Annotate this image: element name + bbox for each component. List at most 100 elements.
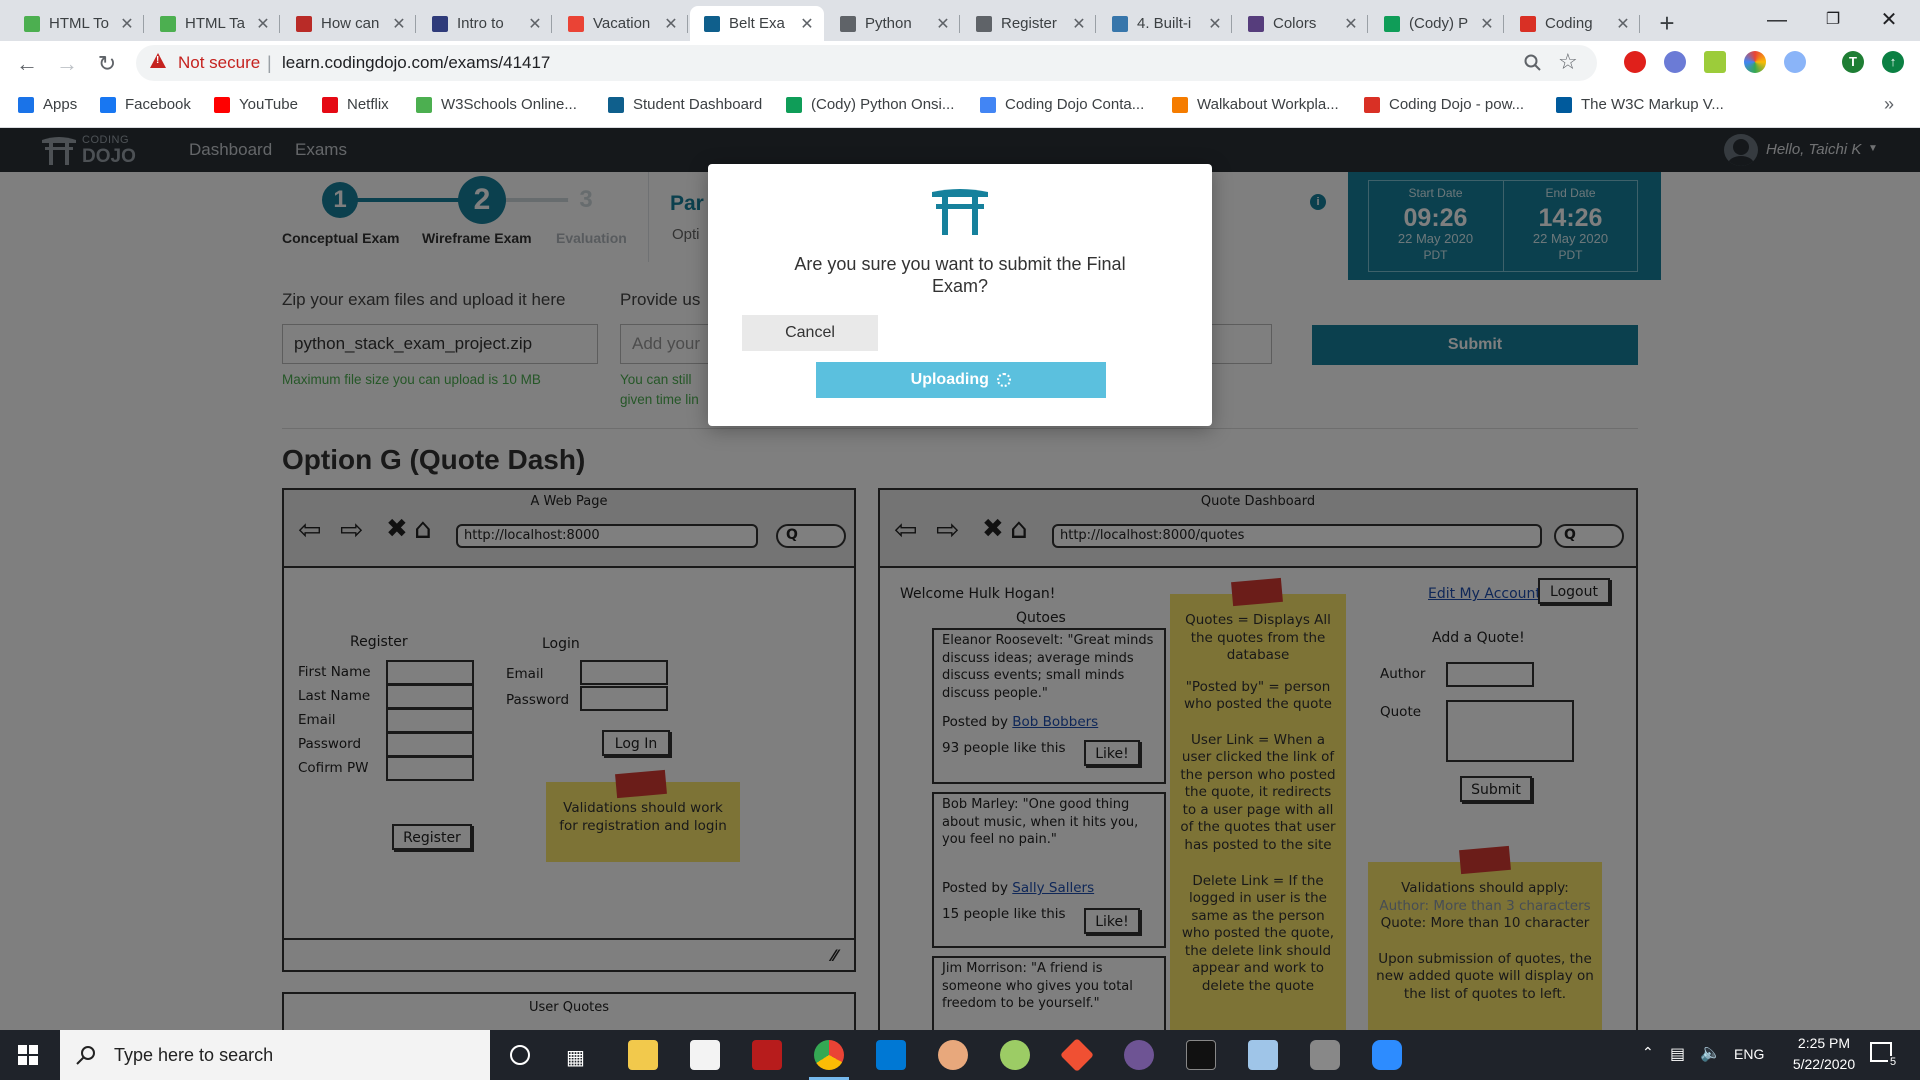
- close-tab-icon[interactable]: ✕: [1478, 14, 1496, 34]
- facebook-icon: [100, 96, 116, 113]
- tab-strip: HTML To ✕ HTML Ta ✕ How can ✕ Intro to ✕ Vacatio…: [0, 0, 1920, 41]
- restore-button[interactable]: ❐: [1810, 6, 1856, 34]
- git-icon[interactable]: [1060, 1038, 1094, 1072]
- close-tab-icon[interactable]: ✕: [254, 14, 272, 34]
- bookmark-item[interactable]: Facebook: [100, 96, 191, 113]
- bookmark-item[interactable]: The W3C Markup V...: [1556, 96, 1724, 113]
- tab-2[interactable]: HTML Ta ✕: [146, 6, 280, 41]
- cancel-button[interactable]: Cancel: [742, 315, 878, 351]
- app-icon[interactable]: [752, 1040, 782, 1070]
- codingdojo-icon: [704, 15, 720, 32]
- tab-7[interactable]: Python ✕: [826, 6, 960, 41]
- close-tab-icon[interactable]: ✕: [526, 14, 544, 34]
- more-bookmarks-icon[interactable]: »: [1884, 94, 1894, 115]
- close-tab-icon[interactable]: ✕: [1070, 14, 1088, 34]
- extension-icon[interactable]: [1664, 51, 1686, 73]
- bookmark-item[interactable]: (Cody) Python Onsi...: [786, 96, 954, 113]
- bookmark-item[interactable]: W3Schools Online...: [416, 96, 577, 113]
- microsoft-store-icon[interactable]: [690, 1040, 720, 1070]
- close-tab-icon[interactable]: ✕: [118, 14, 136, 34]
- tab-5[interactable]: Vacation ✕: [554, 6, 688, 41]
- forward-button[interactable]: →: [52, 49, 82, 79]
- bookmark-item[interactable]: Coding Dojo Conta...: [980, 96, 1144, 113]
- spinner-icon: [997, 372, 1012, 387]
- uploading-button[interactable]: Uploading: [816, 362, 1106, 398]
- warning-icon: [150, 53, 166, 68]
- zoom-icon[interactable]: [1524, 54, 1542, 72]
- cortana-icon[interactable]: [510, 1045, 530, 1065]
- update-icon[interactable]: ↑: [1882, 51, 1904, 73]
- youtube-icon: [214, 96, 230, 113]
- terminal-icon[interactable]: [1186, 1040, 1216, 1070]
- bookmark-item[interactable]: Apps: [18, 96, 77, 113]
- bookmark-star-icon[interactable]: ☆: [1558, 49, 1578, 75]
- docs-icon: [980, 96, 996, 113]
- search-placeholder: Type here to search: [114, 1044, 274, 1065]
- volume-icon[interactable]: 🔈: [1700, 1043, 1721, 1063]
- clock-date[interactable]: 5/22/2020: [1784, 1056, 1864, 1072]
- network-icon[interactable]: ▤: [1670, 1044, 1685, 1064]
- paint-icon[interactable]: [938, 1040, 968, 1070]
- sheets-icon: [786, 96, 802, 113]
- github-desktop-icon[interactable]: [1124, 1040, 1154, 1070]
- close-tab-icon[interactable]: ✕: [662, 14, 680, 34]
- address-bar[interactable]: Not secure | learn.codingdojo.com/exams/…: [136, 45, 1597, 81]
- extension-icon[interactable]: [1784, 51, 1806, 73]
- zoom-app-icon[interactable]: [1372, 1040, 1402, 1070]
- bootstrap-icon: [1248, 15, 1264, 32]
- file-explorer-icon[interactable]: [628, 1040, 658, 1070]
- w3schools-icon: [416, 96, 432, 113]
- close-tab-icon[interactable]: ✕: [390, 14, 408, 34]
- tab-9[interactable]: 4. Built-i ✕: [1098, 6, 1232, 41]
- close-tab-icon[interactable]: ✕: [1206, 14, 1224, 34]
- clock-time[interactable]: 2:25 PM: [1784, 1035, 1864, 1051]
- not-secure-label: Not secure: [178, 53, 261, 72]
- tab-8[interactable]: Register ✕: [962, 6, 1096, 41]
- minimize-button[interactable]: —: [1754, 6, 1800, 34]
- back-button[interactable]: ←: [12, 49, 42, 79]
- close-tab-icon[interactable]: ✕: [934, 14, 952, 34]
- task-view-icon[interactable]: ▦: [566, 1045, 585, 1070]
- close-tab-icon[interactable]: ✕: [1342, 14, 1360, 34]
- close-window-button[interactable]: ✕: [1866, 6, 1912, 34]
- web-page: CODING DOJO Dashboard Exams Hello, Taich…: [0, 128, 1920, 1030]
- sheets-icon: [1384, 15, 1400, 32]
- opera-extension-icon[interactable]: [1624, 51, 1646, 73]
- tab-11[interactable]: (Cody) P ✕: [1370, 6, 1504, 41]
- coding-dojo-logo-icon: [930, 188, 990, 236]
- reload-button[interactable]: ↻: [92, 49, 122, 79]
- tab-4[interactable]: Intro to ✕: [418, 6, 552, 41]
- app-icon[interactable]: [1248, 1040, 1278, 1070]
- chrome-icon[interactable]: [814, 1040, 844, 1070]
- tab-6[interactable]: Belt Exa ✕: [690, 6, 824, 41]
- database-icon[interactable]: [1310, 1040, 1340, 1070]
- confirm-question: Are you sure you want to submit the Fina…: [794, 254, 1126, 296]
- bookmark-item[interactable]: Student Dashboard: [608, 96, 762, 113]
- taskbar-search-box[interactable]: Type here to search: [60, 1030, 490, 1080]
- gmail-icon: [568, 15, 584, 32]
- tab-3[interactable]: How can ✕: [282, 6, 416, 41]
- new-tab-button[interactable]: +: [1652, 8, 1682, 39]
- color-picker-extension-icon[interactable]: [1744, 51, 1766, 73]
- vscode-icon[interactable]: [876, 1040, 906, 1070]
- tab-12[interactable]: Coding ✕: [1506, 6, 1640, 41]
- codingdojo-icon: [608, 96, 624, 113]
- bookmark-item[interactable]: Netflix: [322, 96, 389, 113]
- tab-10[interactable]: Colors ✕: [1234, 6, 1368, 41]
- close-tab-icon[interactable]: ✕: [798, 14, 816, 34]
- language-indicator[interactable]: ENG: [1734, 1046, 1764, 1062]
- windows-start-icon[interactable]: [18, 1045, 38, 1065]
- url-text[interactable]: learn.codingdojo.com/exams/41417: [282, 53, 550, 73]
- submit-confirm-dialog: Are you sure you want to submit the Fina…: [708, 164, 1212, 426]
- extension-icon[interactable]: [1704, 51, 1726, 73]
- w3schools-icon: [160, 15, 176, 32]
- bookmark-item[interactable]: YouTube: [214, 96, 298, 113]
- chat-icon: [1520, 15, 1536, 32]
- bookmark-item[interactable]: Coding Dojo - pow...: [1364, 96, 1524, 113]
- tab-1[interactable]: HTML To ✕: [10, 6, 144, 41]
- bookmark-item[interactable]: Walkabout Workpla...: [1172, 96, 1339, 113]
- app-icon[interactable]: [1000, 1040, 1030, 1070]
- close-tab-icon[interactable]: ✕: [1614, 14, 1632, 34]
- profile-avatar[interactable]: T: [1842, 51, 1864, 73]
- chevron-up-icon[interactable]: ⌃: [1642, 1044, 1654, 1061]
